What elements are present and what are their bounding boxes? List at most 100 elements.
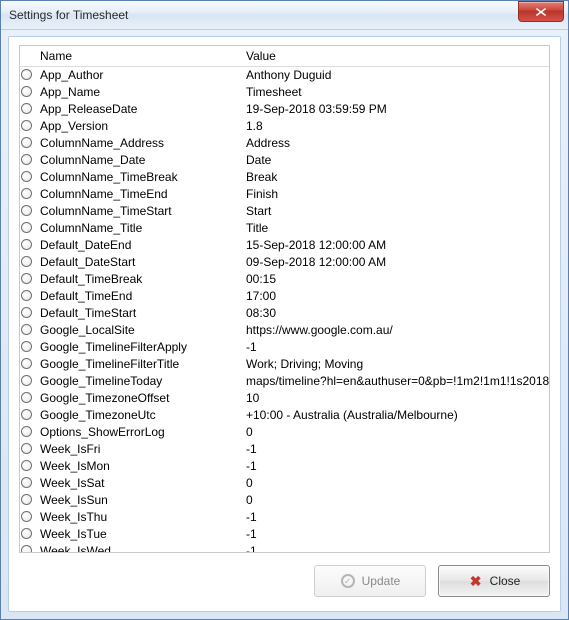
row-radio[interactable]: [20, 443, 36, 454]
table-row[interactable]: App_NameTimesheet: [20, 83, 549, 100]
radio-icon: [21, 426, 32, 437]
row-radio[interactable]: [20, 409, 36, 420]
row-radio[interactable]: [20, 137, 36, 148]
row-radio[interactable]: [20, 103, 36, 114]
row-radio[interactable]: [20, 341, 36, 352]
row-radio[interactable]: [20, 375, 36, 386]
table-row[interactable]: App_AuthorAnthony Duguid: [20, 66, 549, 83]
header-value[interactable]: Value: [242, 49, 549, 63]
row-radio[interactable]: [20, 290, 36, 301]
row-radio[interactable]: [20, 426, 36, 437]
table-row[interactable]: ColumnName_AddressAddress: [20, 134, 549, 151]
row-radio[interactable]: [20, 154, 36, 165]
radio-icon: [21, 341, 32, 352]
row-name: ColumnName_TimeEnd: [36, 187, 242, 201]
table-row[interactable]: Week_IsWed-1: [20, 542, 549, 552]
table-row[interactable]: Week_IsTue-1: [20, 525, 549, 542]
row-name: App_ReleaseDate: [36, 102, 242, 116]
row-name: ColumnName_Address: [36, 136, 242, 150]
row-radio[interactable]: [20, 477, 36, 488]
radio-icon: [21, 545, 32, 552]
table-row[interactable]: ColumnName_TitleTitle: [20, 219, 549, 236]
row-value: -1: [242, 527, 549, 541]
row-radio[interactable]: [20, 222, 36, 233]
table-row[interactable]: Google_TimezoneOffset10: [20, 389, 549, 406]
table-row[interactable]: Week_IsMon-1: [20, 457, 549, 474]
ok-icon: ✓: [340, 573, 356, 589]
row-name: Week_IsWed: [36, 544, 242, 553]
table-row[interactable]: Week_IsThu-1: [20, 508, 549, 525]
table-row[interactable]: Default_TimeEnd17:00: [20, 287, 549, 304]
row-radio[interactable]: [20, 511, 36, 522]
row-value: 09-Sep-2018 12:00:00 AM: [242, 255, 549, 269]
row-radio[interactable]: [20, 239, 36, 250]
row-radio[interactable]: [20, 273, 36, 284]
row-value: 15-Sep-2018 12:00:00 AM: [242, 238, 549, 252]
radio-icon: [21, 239, 32, 250]
table-row[interactable]: App_Version1.8: [20, 117, 549, 134]
row-radio[interactable]: [20, 86, 36, 97]
table-row[interactable]: ColumnName_TimeBreakBreak: [20, 168, 549, 185]
row-radio[interactable]: [20, 528, 36, 539]
row-name: Google_LocalSite: [36, 323, 242, 337]
cancel-icon: ✖: [468, 573, 484, 589]
row-name: Default_DateStart: [36, 255, 242, 269]
table-row[interactable]: Google_LocalSitehttps://www.google.com.a…: [20, 321, 549, 338]
table-row[interactable]: ColumnName_TimeStartStart: [20, 202, 549, 219]
radio-icon: [21, 222, 32, 233]
row-radio[interactable]: [20, 256, 36, 267]
row-value: Start: [242, 204, 549, 218]
row-radio[interactable]: [20, 307, 36, 318]
update-button-label: Update: [362, 574, 401, 588]
window-close-button[interactable]: [518, 1, 564, 22]
table-row[interactable]: App_ReleaseDate19-Sep-2018 03:59:59 PM: [20, 100, 549, 117]
list-rows: App_AuthorAnthony DuguidApp_NameTimeshee…: [20, 66, 549, 552]
radio-icon: [21, 86, 32, 97]
table-row[interactable]: Google_TimelineFilterApply-1: [20, 338, 549, 355]
radio-icon: [21, 171, 32, 182]
row-name: ColumnName_TimeBreak: [36, 170, 242, 184]
row-name: App_Version: [36, 119, 242, 133]
radio-icon: [21, 528, 32, 539]
client-area: Name Value App_AuthorAnthony DuguidApp_N…: [8, 36, 561, 612]
row-name: Week_IsThu: [36, 510, 242, 524]
table-row[interactable]: ColumnName_TimeEndFinish: [20, 185, 549, 202]
radio-icon: [21, 103, 32, 114]
row-radio[interactable]: [20, 494, 36, 505]
table-row[interactable]: Week_IsSat0: [20, 474, 549, 491]
table-row[interactable]: Default_TimeStart08:30: [20, 304, 549, 321]
row-value: Date: [242, 153, 549, 167]
table-row[interactable]: Google_TimelineFilterTitleWork; Driving;…: [20, 355, 549, 372]
titlebar[interactable]: Settings for Timesheet: [1, 1, 568, 30]
row-radio[interactable]: [20, 188, 36, 199]
row-value: -1: [242, 510, 549, 524]
row-radio[interactable]: [20, 392, 36, 403]
row-radio[interactable]: [20, 69, 36, 80]
row-value: Title: [242, 221, 549, 235]
row-radio[interactable]: [20, 460, 36, 471]
table-row[interactable]: Week_IsFri-1: [20, 440, 549, 457]
row-value: Address: [242, 136, 549, 150]
table-row[interactable]: Week_IsSun0: [20, 491, 549, 508]
row-radio[interactable]: [20, 324, 36, 335]
table-row[interactable]: Google_TimelineTodaymaps/timeline?hl=en&…: [20, 372, 549, 389]
row-name: Week_IsFri: [36, 442, 242, 456]
header-name[interactable]: Name: [36, 49, 242, 63]
row-radio[interactable]: [20, 358, 36, 369]
row-value: https://www.google.com.au/: [242, 323, 549, 337]
table-row[interactable]: Default_TimeBreak00:15: [20, 270, 549, 287]
table-row[interactable]: Default_DateEnd15-Sep-2018 12:00:00 AM: [20, 236, 549, 253]
row-radio[interactable]: [20, 171, 36, 182]
row-radio[interactable]: [20, 205, 36, 216]
row-radio[interactable]: [20, 545, 36, 552]
button-bar: ✓ Update ✖ Close: [19, 561, 550, 601]
close-button[interactable]: ✖ Close: [438, 565, 550, 597]
table-row[interactable]: Options_ShowErrorLog0: [20, 423, 549, 440]
row-radio[interactable]: [20, 120, 36, 131]
table-row[interactable]: ColumnName_DateDate: [20, 151, 549, 168]
row-value: -1: [242, 340, 549, 354]
row-name: ColumnName_TimeStart: [36, 204, 242, 218]
table-row[interactable]: Google_TimezoneUtc+10:00 - Australia (Au…: [20, 406, 549, 423]
table-row[interactable]: Default_DateStart09-Sep-2018 12:00:00 AM: [20, 253, 549, 270]
row-value: maps/timeline?hl=en&authuser=0&pb=!1m2!1…: [242, 374, 549, 388]
